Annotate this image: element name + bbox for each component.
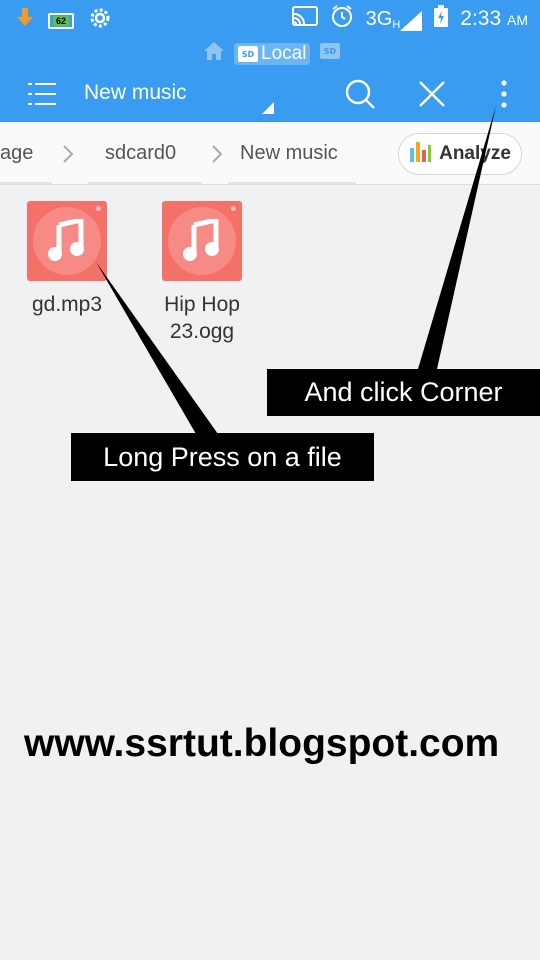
callout-long-press: Long Press on a file — [71, 433, 374, 481]
callout-corner: And click Corner — [267, 369, 540, 416]
corner-pointer — [418, 106, 496, 369]
callout-corner-text: And click Corner — [304, 377, 503, 407]
watermark: www.ssrtut.blogspot.com — [24, 722, 500, 765]
long-press-pointer — [96, 262, 218, 434]
callout-long-press-text: Long Press on a file — [103, 441, 342, 472]
